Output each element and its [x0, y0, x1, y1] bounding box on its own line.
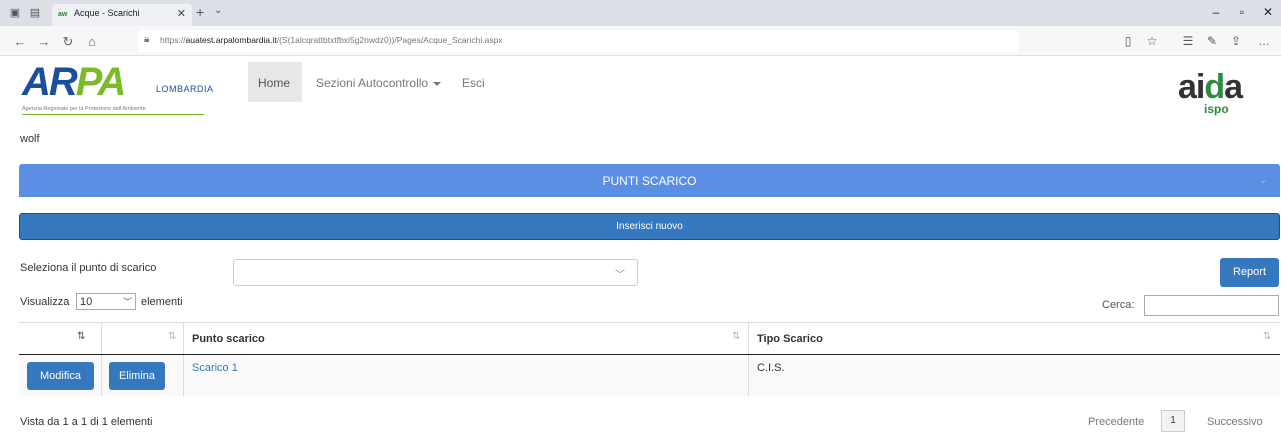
- sort-icon: ⇅: [732, 331, 741, 342]
- nav-sections-dropdown[interactable]: Sezioni Autocontrollo: [316, 76, 442, 90]
- new-tab-icon[interactable]: +: [196, 4, 204, 20]
- punto-scarico-link[interactable]: Scarico 1: [192, 362, 238, 374]
- length-suffix: elementi: [141, 296, 183, 308]
- cell-tipo: C.I.S.: [749, 355, 1280, 396]
- panel-title: PUNTI SCARICO: [602, 174, 697, 188]
- tipo-scarico-value: C.I.S.: [757, 362, 785, 374]
- pagination-previous[interactable]: Precedente: [1088, 416, 1144, 428]
- aida-subtitle: ispo: [1204, 102, 1229, 116]
- chevron-down-icon: ﹀: [122, 297, 132, 307]
- select-label: Seleziona il punto di scarico: [20, 262, 157, 274]
- url-field[interactable]: 🔒︎ https://auatest.arpalombardia.it/(S(1…: [138, 30, 1018, 52]
- search-label: Cerca:: [1102, 299, 1135, 311]
- browser-tab[interactable]: aw Acque - Scarichi ✕: [52, 4, 192, 26]
- sort-asc-icon: ⇅: [77, 331, 86, 342]
- page-length-select[interactable]: 10 ﹀: [76, 293, 136, 310]
- favorites-icon[interactable]: ☰: [1180, 34, 1196, 48]
- edit-button[interactable]: Modifica: [27, 362, 94, 390]
- table-header: ⇅ ⇅ Punto scarico ⇅ Tipo Scarico ⇅: [19, 323, 1280, 355]
- minimize-icon[interactable]: –: [1206, 5, 1226, 19]
- tab-actions-icon[interactable]: ▣: [8, 6, 22, 20]
- panel-header[interactable]: PUNTI SCARICO ⌄: [19, 164, 1280, 197]
- chevron-down-icon[interactable]: ⌄: [1258, 172, 1268, 186]
- insert-new-label: Inserisci nuovo: [616, 221, 683, 232]
- col-header-label: Punto scarico: [192, 333, 265, 345]
- username: wolf: [20, 133, 40, 145]
- address-bar: ← → ↻ ⌂ 🔒︎ https://auatest.arpalombardia…: [0, 26, 1281, 56]
- col-header-label: Tipo Scarico: [757, 333, 823, 345]
- scarichi-table: ⇅ ⇅ Punto scarico ⇅ Tipo Scarico ⇅ Modif…: [19, 322, 1280, 396]
- back-icon[interactable]: ←: [12, 34, 28, 49]
- cell-delete: Elimina: [102, 355, 184, 396]
- col-header-tipo[interactable]: Tipo Scarico ⇅: [749, 323, 1280, 354]
- maximize-icon[interactable]: ▫: [1232, 5, 1252, 19]
- search-input[interactable]: [1144, 295, 1279, 316]
- table-row: Modifica Elimina Scarico 1 C.I.S.: [19, 355, 1280, 396]
- chevron-down-icon: ﹀: [615, 270, 625, 281]
- cell-edit: Modifica: [19, 355, 102, 396]
- nav-home[interactable]: Home: [248, 62, 302, 102]
- pagination-next[interactable]: Successivo: [1207, 416, 1263, 428]
- favorite-star-icon[interactable]: ☆: [1144, 34, 1160, 48]
- reading-view-icon[interactable]: ▯: [1120, 34, 1136, 48]
- logo-region: LOMBARDIA: [156, 84, 214, 94]
- caret-down-icon: [433, 81, 442, 86]
- page-length-value: 10: [80, 296, 93, 308]
- chevron-down-icon[interactable]: ⌄: [214, 5, 222, 16]
- logo-divider: [22, 114, 204, 115]
- arpa-logo[interactable]: ARPA LOMBARDIA Agenzia Regionale per la …: [22, 60, 214, 122]
- tab-title: Acque - Scarichi: [74, 8, 140, 18]
- nav-exit[interactable]: Esci: [462, 76, 485, 90]
- refresh-icon[interactable]: ↻: [60, 34, 76, 50]
- logo-mark: ARPA: [22, 60, 126, 104]
- table-info: Vista da 1 a 1 di 1 elementi: [20, 416, 153, 428]
- close-window-icon[interactable]: ✕: [1258, 5, 1278, 19]
- col-header-delete[interactable]: ⇅: [102, 323, 184, 354]
- url-text: https://auatest.arpalombardia.it/(S(1alc…: [160, 35, 503, 45]
- nav-home-label: Home: [258, 76, 291, 90]
- logo-subtitle: Agenzia Regionale per la Protezione dell…: [22, 106, 146, 112]
- cell-punto: Scarico 1: [184, 355, 749, 396]
- sort-icon: ⇅: [168, 331, 177, 342]
- insert-new-button[interactable]: Inserisci nuovo: [19, 213, 1280, 240]
- share-icon[interactable]: ⇪: [1228, 34, 1244, 48]
- col-header-edit[interactable]: ⇅: [19, 323, 102, 354]
- close-tab-icon[interactable]: ✕: [177, 7, 186, 20]
- col-header-punto[interactable]: Punto scarico ⇅: [184, 323, 749, 354]
- sort-icon: ⇅: [1263, 331, 1272, 342]
- arpa-favicon-icon: aw: [58, 11, 68, 18]
- pen-icon[interactable]: ✎: [1204, 34, 1220, 48]
- delete-button[interactable]: Elimina: [109, 362, 165, 390]
- forward-icon[interactable]: →: [36, 34, 52, 49]
- aida-wordmark: aida: [1178, 68, 1243, 106]
- length-prefix: Visualizza: [20, 296, 70, 308]
- punto-scarico-select[interactable]: ﹀: [233, 259, 638, 286]
- more-icon[interactable]: …: [1256, 34, 1272, 48]
- aida-logo: aida ispo: [1178, 70, 1258, 120]
- home-icon[interactable]: ⌂: [84, 34, 100, 49]
- report-button[interactable]: Report: [1220, 258, 1279, 287]
- lock-icon: 🔒︎: [144, 34, 150, 45]
- browser-titlebar: ▣ ▤ aw Acque - Scarichi ✕ + ⌄ – ▫ ✕: [0, 0, 1281, 26]
- pagination-page-1[interactable]: 1: [1161, 410, 1185, 432]
- tab-list-icon[interactable]: ▤: [28, 6, 42, 20]
